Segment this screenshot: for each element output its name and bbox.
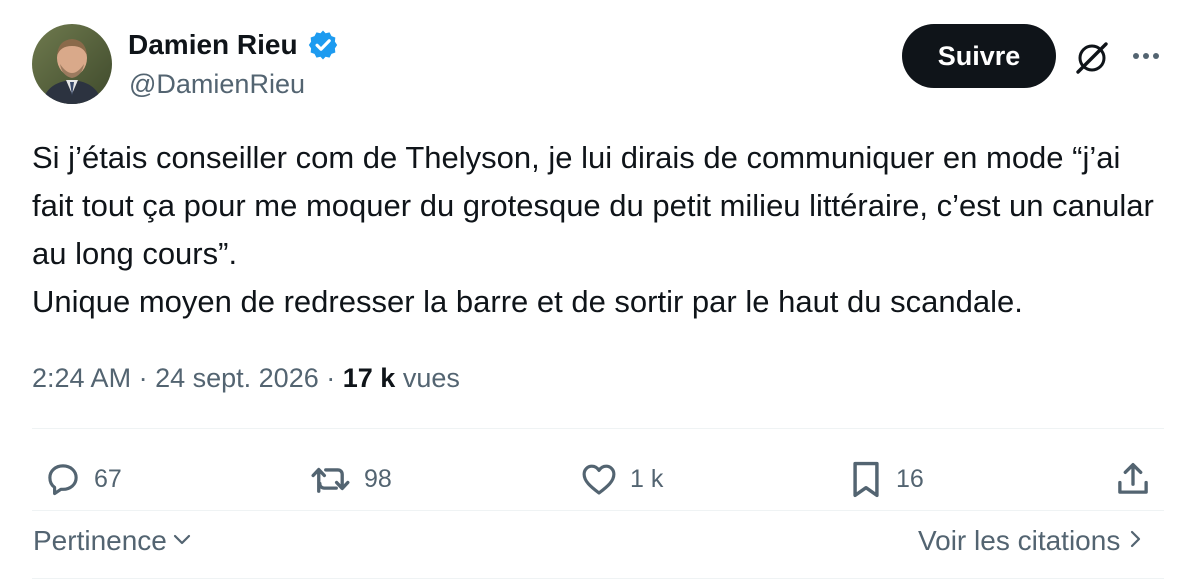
views-count: 17 k xyxy=(342,362,396,393)
like-icon xyxy=(578,458,620,500)
verified-badge-icon[interactable] xyxy=(306,28,340,62)
author-name-row: Damien Rieu xyxy=(128,26,340,64)
divider xyxy=(32,578,1164,579)
divider xyxy=(32,510,1164,511)
share-button[interactable] xyxy=(1112,456,1154,502)
views-label: vues xyxy=(402,362,460,393)
tweet-time[interactable]: 2:24 AM xyxy=(32,363,131,394)
bookmark-icon xyxy=(846,457,886,501)
like-count: 1 k xyxy=(630,464,664,493)
author-handle[interactable]: @DamienRieu xyxy=(129,66,305,102)
chevron-right-icon xyxy=(1120,525,1146,557)
more-icon[interactable] xyxy=(1128,42,1164,70)
tweet-text: Si j’étais conseiller com de Thelyson, j… xyxy=(32,134,1162,326)
repost-count: 98 xyxy=(364,464,392,493)
tweet-paragraph: Si j’étais conseiller com de Thelyson, j… xyxy=(32,140,1154,271)
bookmark-button[interactable]: 16 xyxy=(846,456,924,502)
view-quotes-label: Voir les citations xyxy=(918,525,1121,556)
share-icon xyxy=(1112,458,1154,500)
grok-icon[interactable] xyxy=(1072,38,1112,78)
reply-count: 67 xyxy=(94,464,122,493)
meta-separator: · xyxy=(326,362,336,393)
sort-label: Pertinence xyxy=(33,525,167,556)
bookmark-count: 16 xyxy=(896,464,924,493)
divider xyxy=(32,428,1164,429)
sort-dropdown[interactable]: Pertinence xyxy=(33,520,193,562)
view-quotes-link[interactable]: Voir les citations xyxy=(918,520,1146,562)
like-button[interactable]: 1 k xyxy=(578,456,663,502)
repost-button[interactable]: 98 xyxy=(308,456,392,502)
reply-icon xyxy=(42,458,84,500)
tweet-meta: 2:24 AM · 24 sept. 2026 · 17 k vues xyxy=(32,358,460,398)
follow-button[interactable]: Suivre xyxy=(902,24,1056,88)
reply-button[interactable]: 67 xyxy=(42,456,122,502)
tweet-date[interactable]: 24 sept. 2026 xyxy=(155,363,319,394)
author-name[interactable]: Damien Rieu xyxy=(128,26,298,64)
repost-icon xyxy=(308,458,354,500)
chevron-down-icon xyxy=(167,525,193,557)
tweet-paragraph: Unique moyen de redresser la barre et de… xyxy=(32,284,1023,319)
avatar[interactable] xyxy=(32,24,112,104)
meta-separator: · xyxy=(138,362,148,393)
